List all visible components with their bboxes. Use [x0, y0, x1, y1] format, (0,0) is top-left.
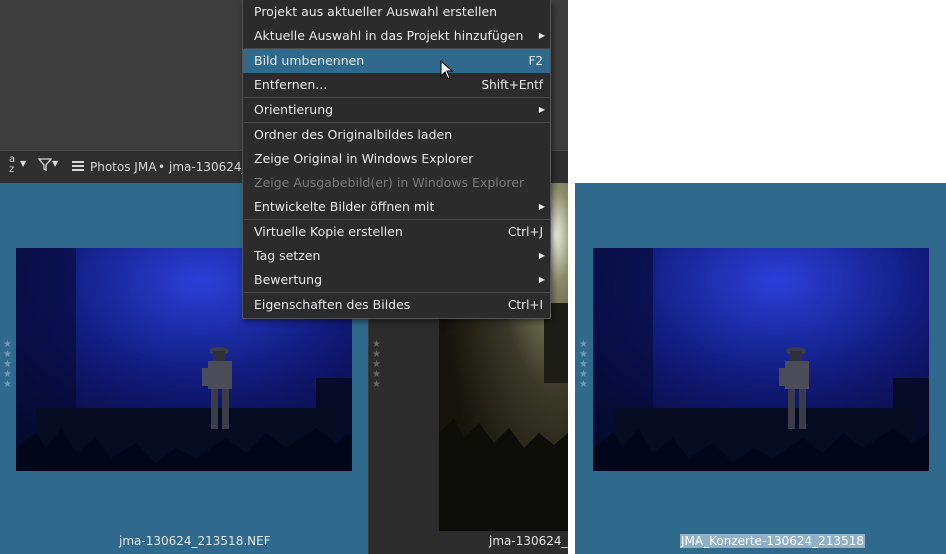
list-icon[interactable] — [72, 160, 84, 175]
submenu-arrow-icon: ▶ — [538, 31, 545, 40]
submenu-arrow-icon: ▶ — [538, 202, 545, 211]
star-icon[interactable]: ★ — [579, 380, 589, 390]
menu-item-label: Bewertung — [254, 272, 322, 287]
menu-item-show-output-explorer: Zeige Ausgabebild(er) in Windows Explore… — [243, 171, 550, 195]
submenu-arrow-icon: ▶ — [538, 275, 545, 284]
star-icon[interactable]: ★ — [372, 380, 382, 390]
menu-item-load-original-folder[interactable]: Ordner des Originalbildes laden — [243, 123, 550, 147]
menu-item-label: Entwickelte Bilder öffnen mit — [254, 199, 435, 214]
menu-item-label: Virtuelle Kopie erstellen — [254, 224, 403, 239]
mouse-cursor-icon — [440, 59, 454, 80]
breadcrumb-separator: • — [158, 160, 166, 174]
menu-item-shortcut: F2 — [528, 54, 543, 68]
menu-item-rename-image[interactable]: Bild umbenennen F2 — [243, 49, 550, 73]
menu-item-label: Zeige Original in Windows Explorer — [254, 151, 474, 166]
rating-stars[interactable]: ★ ★ ★ ★ ★ — [372, 340, 382, 390]
menu-item-add-to-project[interactable]: Aktuelle Auswahl in das Projekt hinzufüg… — [243, 24, 550, 48]
context-menu: Projekt aus aktueller Auswahl erstellen … — [242, 0, 551, 319]
menu-item-image-properties[interactable]: Eigenschaften des Bildes Ctrl+I — [243, 293, 550, 317]
rating-stars[interactable]: ★ ★ ★ ★ ★ — [579, 340, 589, 390]
thumbnail-caption: jma-130624_21 — [489, 534, 568, 548]
menu-item-label: Eigenschaften des Bildes — [254, 297, 411, 312]
breadcrumb-root[interactable]: Photos JMA — [90, 160, 156, 174]
filter-dropdown-icon[interactable]: ▼ — [52, 159, 58, 168]
menu-item-rating[interactable]: Bewertung ▶ — [243, 268, 550, 292]
submenu-arrow-icon: ▶ — [538, 105, 545, 114]
window-divider — [568, 0, 575, 554]
menu-item-open-developed-with[interactable]: Entwickelte Bilder öffnen mit ▶ — [243, 195, 550, 219]
menu-item-virtual-copy[interactable]: Virtuelle Kopie erstellen Ctrl+J — [243, 220, 550, 244]
menu-item-shortcut: Shift+Entf — [481, 78, 543, 92]
menu-item-shortcut: Ctrl+I — [508, 298, 543, 312]
menu-item-orientation[interactable]: Orientierung ▶ — [243, 98, 550, 122]
star-icon[interactable]: ★ — [3, 380, 13, 390]
thumbnail-cell-selected[interactable]: ★ ★ ★ ★ ★ JMA_Konzerte-130624_213518 — [575, 183, 946, 554]
menu-item-label: Aktuelle Auswahl in das Projekt hinzufüg… — [254, 28, 524, 43]
menu-item-create-project[interactable]: Projekt aus aktueller Auswahl erstellen — [243, 0, 550, 24]
menu-item-label: Orientierung — [254, 102, 334, 117]
menu-item-label: Zeige Ausgabebild(er) in Windows Explore… — [254, 175, 525, 190]
rating-stars[interactable]: ★ ★ ★ ★ ★ — [3, 340, 13, 390]
sort-dropdown-icon[interactable]: ▼ — [20, 159, 26, 168]
menu-item-label: Entfernen... — [254, 77, 328, 92]
menu-item-set-tag[interactable]: Tag setzen ▶ — [243, 244, 550, 268]
menu-item-label: Bild umbenennen — [254, 53, 365, 68]
menu-item-label: Projekt aus aktueller Auswahl erstellen — [254, 4, 498, 19]
filename-edit-field[interactable]: JMA_Konzerte-130624_213518 — [680, 534, 865, 548]
menu-item-remove[interactable]: Entfernen... Shift+Entf — [243, 73, 550, 97]
filter-icon[interactable] — [37, 157, 53, 174]
menu-item-shortcut: Ctrl+J — [508, 225, 543, 239]
concert-photo[interactable] — [593, 248, 929, 471]
menu-item-label: Ordner des Originalbildes laden — [254, 127, 453, 142]
right-window-top — [575, 0, 946, 183]
thumbnail-caption: jma-130624_213518.NEF — [119, 534, 271, 548]
menu-item-label: Tag setzen — [254, 248, 321, 263]
submenu-arrow-icon: ▶ — [538, 251, 545, 260]
menu-item-show-original-explorer[interactable]: Zeige Original in Windows Explorer — [243, 147, 550, 171]
